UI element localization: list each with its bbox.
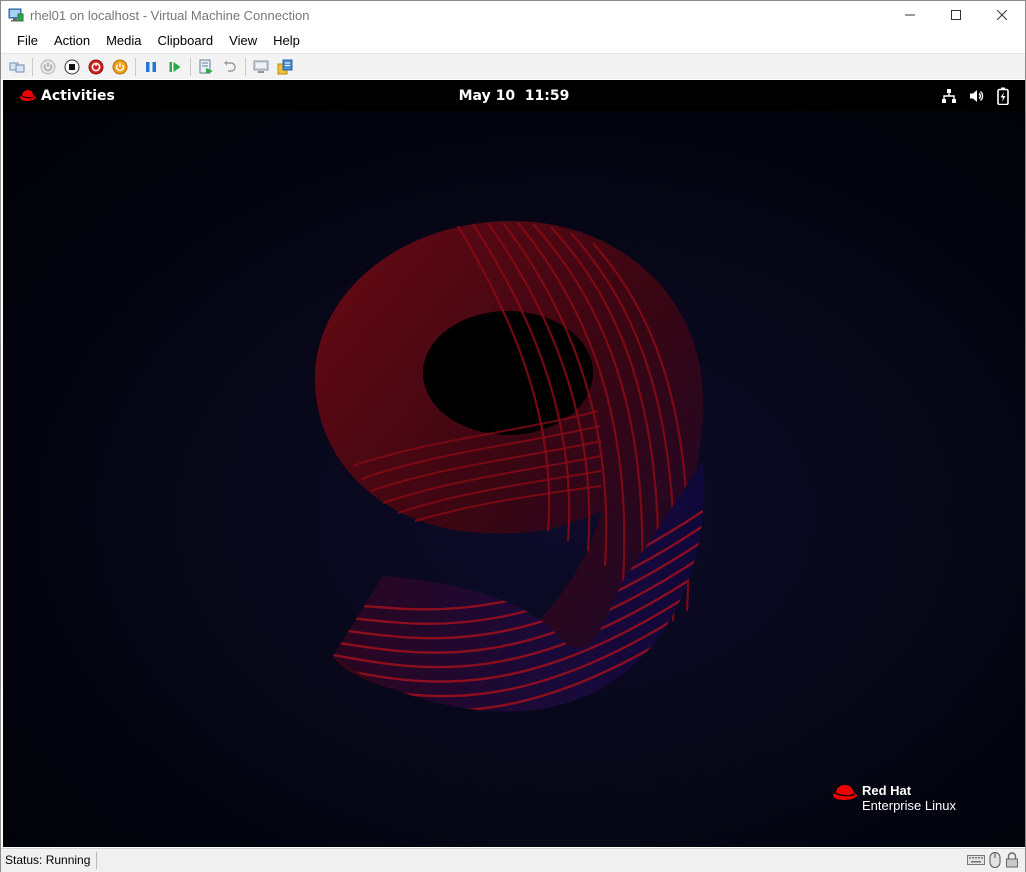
lock-icon [1006, 852, 1018, 868]
share-icon [277, 59, 293, 74]
clock[interactable]: May 10 11:59 [3, 80, 1025, 111]
status-bar: Status: Running [1, 848, 1025, 872]
vm-display[interactable]: Activities May 10 11:59 Red Hat Enterpri… [3, 80, 1025, 847]
save-button[interactable] [110, 57, 130, 77]
checkpoint-button[interactable] [196, 57, 216, 77]
pause-icon [146, 61, 156, 72]
turn-off-icon [64, 59, 80, 74]
resume-button[interactable] [165, 57, 185, 77]
redhat-enterprise-linux-brand: Red Hat Enterprise Linux [831, 783, 956, 813]
rhel9-wallpaper-graphic [315, 221, 705, 712]
close-button[interactable] [979, 1, 1025, 29]
battery-icon[interactable] [997, 87, 1009, 105]
status-text: Status: Running [1, 852, 98, 869]
shut-down-button[interactable] [86, 57, 106, 77]
enhanced-session-icon [253, 60, 269, 73]
window-title: rhel01 on localhost - Virtual Machine Co… [30, 7, 310, 23]
maximize-button[interactable] [933, 1, 979, 29]
menu-bar: File Action Media Clipboard View Help [1, 29, 1025, 53]
ctrl-alt-del-icon [9, 62, 25, 72]
gnome-top-bar: Activities May 10 11:59 [3, 80, 1025, 111]
shut-down-icon [88, 59, 104, 74]
system-tray[interactable] [941, 80, 1009, 111]
vm-connection-app-icon [8, 7, 24, 23]
start-icon [40, 59, 56, 74]
vm-connection-window: rhel01 on localhost - Virtual Machine Co… [0, 0, 1026, 872]
toolbar [1, 53, 1025, 79]
title-bar[interactable]: rhel01 on localhost - Virtual Machine Co… [1, 1, 1025, 29]
keyboard-icon [967, 855, 985, 865]
brand-name: Red Hat [862, 783, 912, 798]
toolbar-separator [135, 57, 136, 76]
ctrl-alt-del-button[interactable] [7, 57, 27, 77]
clock-text: May 10 11:59 [458, 87, 570, 104]
menu-media[interactable]: Media [98, 30, 149, 52]
save-icon [112, 59, 128, 74]
minimize-button[interactable] [887, 1, 933, 29]
share-button[interactable] [275, 57, 295, 77]
redhat-logo-icon [833, 785, 857, 800]
toolbar-separator [32, 57, 33, 76]
menu-help[interactable]: Help [265, 30, 308, 52]
network-icon[interactable] [941, 88, 957, 104]
mouse-icon [989, 852, 1001, 868]
volume-icon[interactable] [969, 88, 985, 104]
menu-file[interactable]: File [9, 30, 46, 52]
toolbar-separator [190, 57, 191, 76]
menu-clipboard[interactable]: Clipboard [150, 30, 222, 52]
gnome-desktop[interactable]: Red Hat Enterprise Linux [3, 111, 1025, 847]
start-button[interactable] [38, 57, 58, 77]
turn-off-button[interactable] [62, 57, 82, 77]
brand-product: Enterprise Linux [862, 798, 956, 813]
menu-action[interactable]: Action [46, 30, 98, 52]
toolbar-separator [245, 57, 246, 76]
menu-view[interactable]: View [221, 30, 265, 52]
revert-button[interactable] [220, 57, 240, 77]
revert-icon [224, 60, 236, 72]
resume-icon [169, 61, 181, 72]
enhanced-session-button[interactable] [251, 57, 271, 77]
pause-button[interactable] [141, 57, 161, 77]
checkpoint-icon [199, 59, 213, 74]
